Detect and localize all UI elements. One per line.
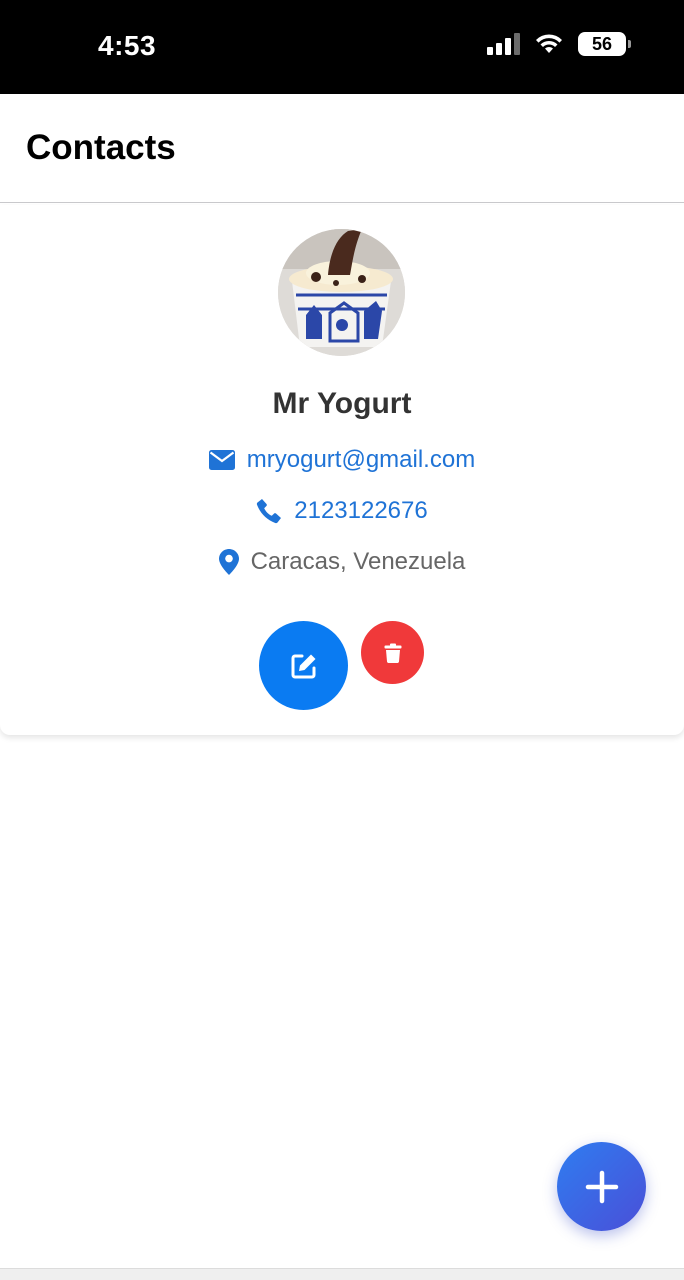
add-contact-button[interactable] [557, 1142, 646, 1231]
plus-icon [585, 1170, 618, 1203]
edit-contact-button[interactable] [259, 621, 348, 710]
location-row: Caracas, Venezuela [0, 548, 684, 576]
battery-level: 56 [591, 33, 613, 54]
bottom-edge [0, 1268, 684, 1280]
avatar [278, 229, 405, 356]
wifi-icon [536, 34, 562, 53]
email-row[interactable]: mryogurt@gmail.com [0, 446, 684, 474]
contact-name: Mr Yogurt [272, 387, 412, 420]
delete-contact-button[interactable] [361, 621, 424, 684]
phone-icon [256, 498, 282, 524]
status-icons: 56 [487, 32, 631, 56]
contact-location: Caracas, Venezuela [250, 548, 466, 575]
contact-email-link[interactable]: mryogurt@gmail.com [247, 446, 475, 474]
page-title: Contacts [26, 128, 176, 167]
contact-phone-link[interactable]: 2123122676 [294, 497, 427, 525]
cellular-signal-icon [487, 33, 520, 55]
status-bar: 4:53 56 [0, 0, 684, 94]
phone-row[interactable]: 2123122676 [0, 497, 684, 525]
app-header: Contacts [0, 94, 684, 203]
battery-icon: 56 [578, 32, 631, 56]
pencil-square-icon [291, 654, 315, 678]
contact-card: Mr Yogurt mryogurt@gmail.com 2123122676 … [0, 205, 684, 735]
avatar-photo [278, 229, 405, 356]
trash-icon [384, 643, 401, 663]
status-time: 4:53 [98, 30, 157, 61]
envelope-icon [208, 450, 235, 470]
map-pin-icon [218, 549, 239, 575]
